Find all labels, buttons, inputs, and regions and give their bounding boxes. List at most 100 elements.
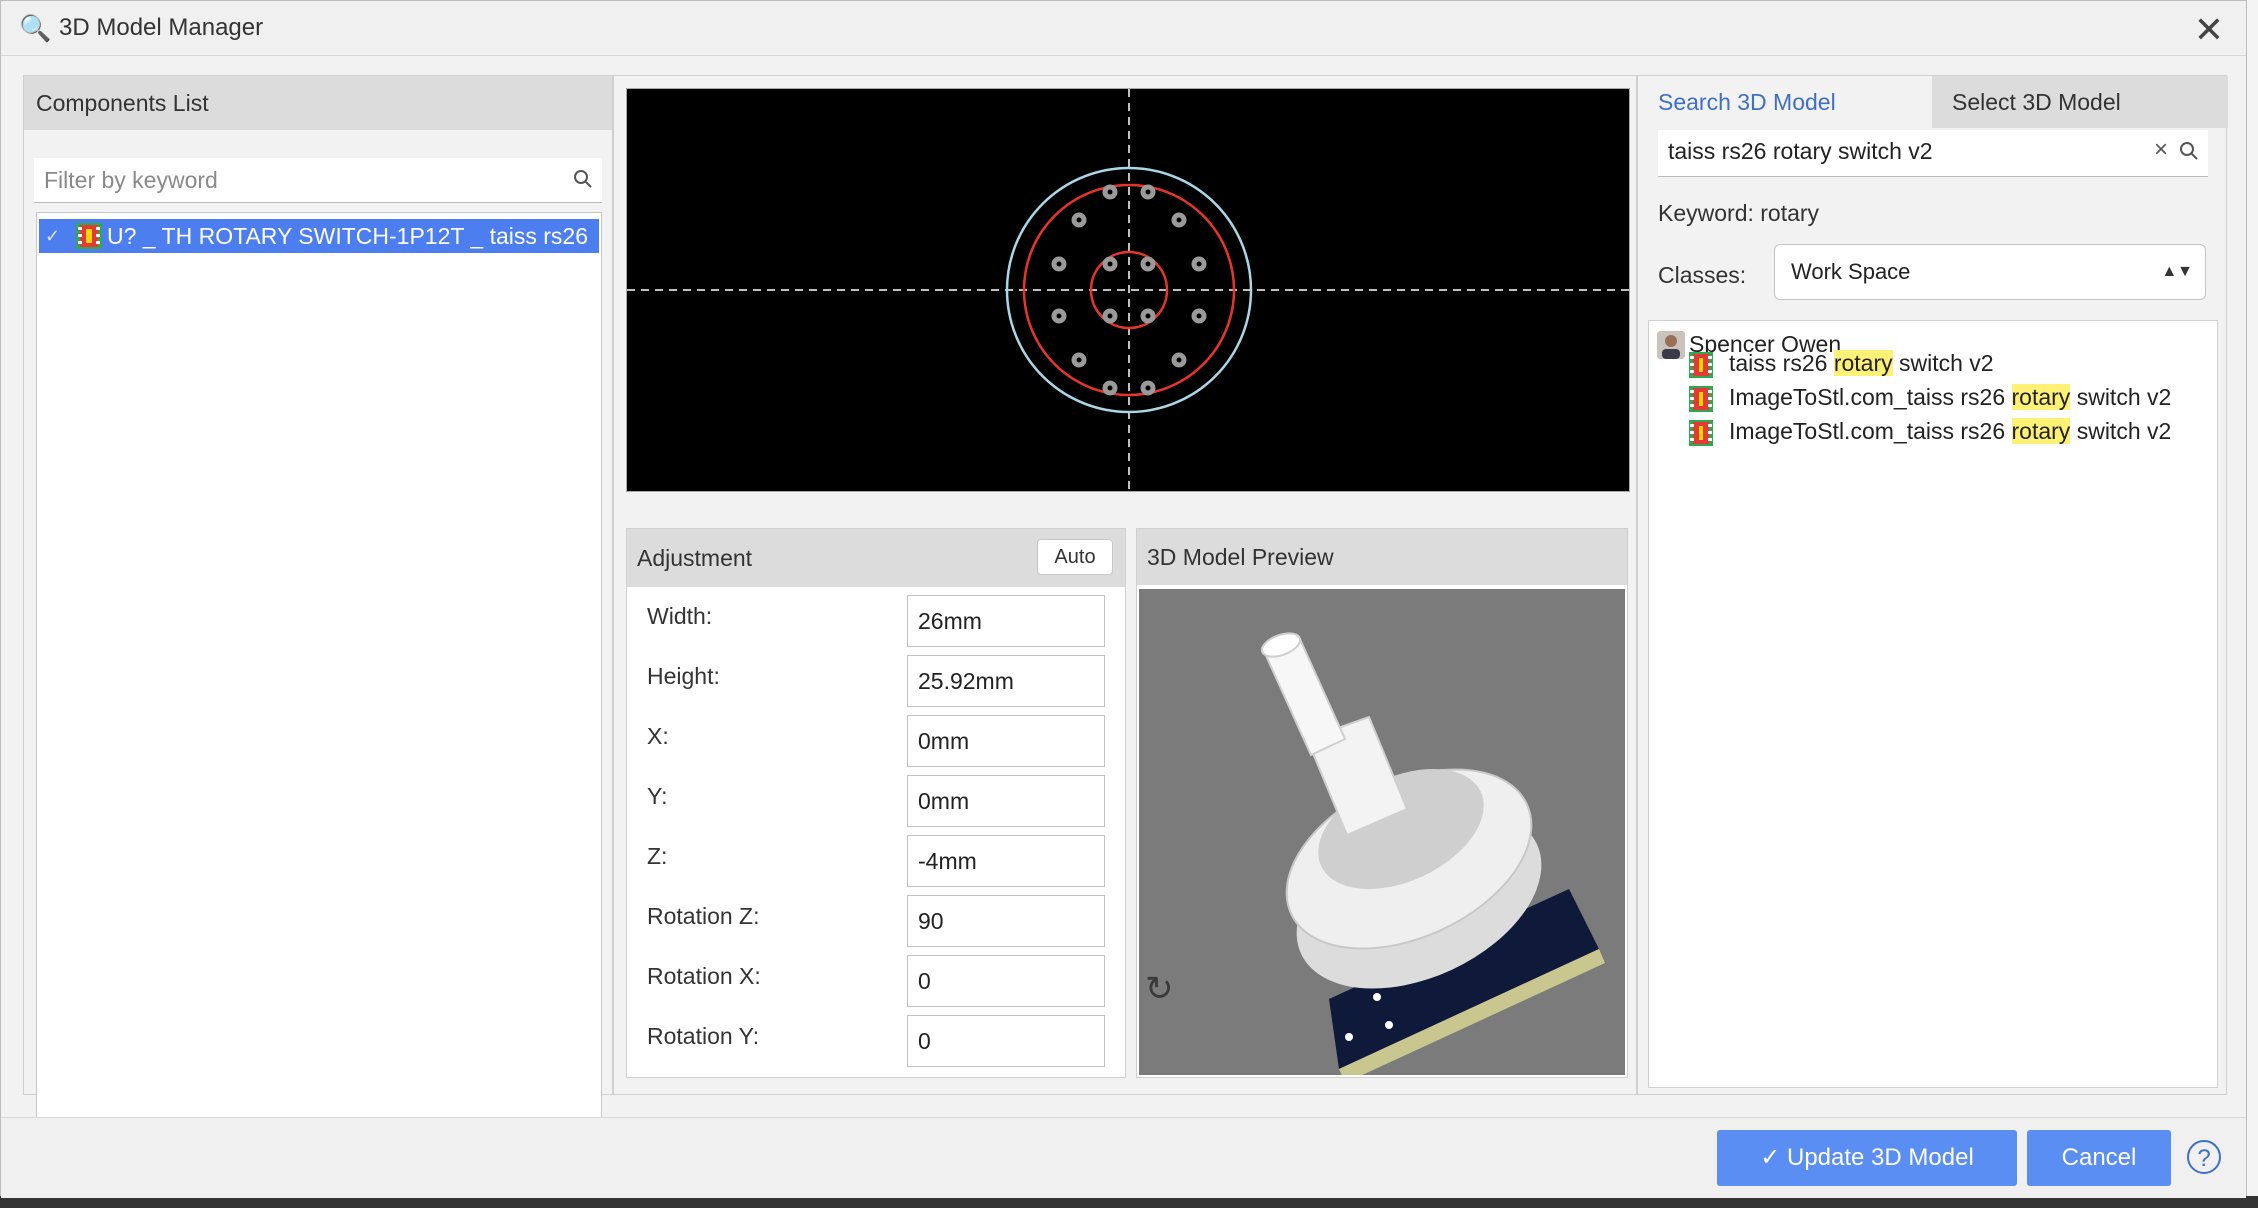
auto-button[interactable]: Auto bbox=[1037, 539, 1113, 575]
rotation-x-label: Rotation X: bbox=[647, 963, 761, 989]
3d-model-render bbox=[1260, 632, 1605, 1075]
component-icon bbox=[1689, 351, 1713, 385]
clear-icon[interactable]: × bbox=[2154, 136, 2168, 164]
filter-placeholder: Filter by keyword bbox=[44, 167, 218, 193]
background-app-strip bbox=[2247, 0, 2258, 1208]
footprint-pad bbox=[1140, 184, 1156, 200]
help-icon[interactable]: ? bbox=[2187, 1140, 2221, 1174]
result-text-post: switch v2 bbox=[1892, 350, 1994, 376]
y-label: Y: bbox=[647, 783, 668, 809]
rotation-z-input[interactable]: 90 bbox=[907, 895, 1105, 947]
updown-arrow-icon: ▲▼ bbox=[2161, 263, 2193, 280]
update-3d-model-button[interactable]: ✓ Update 3D Model bbox=[1717, 1130, 2017, 1186]
rotation-x-row: Rotation X: 0 bbox=[627, 951, 1125, 1011]
tab-select-3d-model[interactable]: Select 3D Model bbox=[1932, 76, 2228, 128]
classes-value: Work Space bbox=[1791, 259, 1911, 284]
footprint-pad bbox=[1071, 212, 1087, 228]
height-input[interactable]: 25.92mm bbox=[907, 655, 1105, 707]
components-header: Components List bbox=[24, 76, 612, 130]
check-icon: ✓ bbox=[1760, 1144, 1787, 1171]
model-search-input[interactable]: taiss rs26 rotary switch v2 × bbox=[1658, 130, 2208, 177]
z-input[interactable]: -4mm bbox=[907, 835, 1105, 887]
components-list: ✓ U? _ TH ROTARY SWITCH-1P12T _ taiss rs… bbox=[36, 212, 602, 1140]
cancel-button[interactable]: Cancel bbox=[2027, 1130, 2171, 1186]
result-text-pre: taiss rs26 bbox=[1729, 350, 1834, 376]
update-label: Update 3D Model bbox=[1787, 1144, 1974, 1171]
search-value: taiss rs26 rotary switch v2 bbox=[1668, 138, 1933, 164]
width-label: Width: bbox=[647, 603, 713, 629]
model-manager-dialog: 🔍 3D Model Manager ✕ Components List Fil… bbox=[0, 0, 2247, 1198]
footprint-pad bbox=[1051, 308, 1067, 324]
y-input[interactable]: 0mm bbox=[907, 775, 1105, 827]
classes-label: Classes: bbox=[1658, 262, 1747, 288]
result-label: ImageToStl.com_taiss rs26 rotary switch … bbox=[1729, 384, 2171, 411]
avatar bbox=[1657, 331, 1685, 359]
z-label: Z: bbox=[647, 843, 668, 869]
result-label: taiss rs26 rotary switch v2 bbox=[1729, 350, 1994, 377]
classes-select[interactable]: Work Space ▲▼ bbox=[1774, 244, 2206, 300]
preview-panel: 3D Model Preview ↻ bbox=[1136, 528, 1628, 1078]
footprint-canvas[interactable] bbox=[626, 88, 1630, 492]
rotation-x-input[interactable]: 0 bbox=[907, 955, 1105, 1007]
keyword-highlight: rotary bbox=[2011, 418, 2071, 444]
tab-search-3d-model[interactable]: Search 3D Model bbox=[1638, 76, 1932, 128]
component-icon bbox=[1689, 419, 1713, 453]
x-input[interactable]: 0mm bbox=[907, 715, 1105, 767]
center-panel: Adjustment Auto Width: 26mm Height: 25.9… bbox=[613, 75, 1637, 1095]
rotation-y-input[interactable]: 0 bbox=[907, 1015, 1105, 1067]
magnifier-icon: 🔍 bbox=[19, 13, 52, 43]
width-input[interactable]: 26mm bbox=[907, 595, 1105, 647]
footprint-pad bbox=[1051, 256, 1067, 272]
width-row: Width: 26mm bbox=[627, 591, 1125, 651]
rotation-y-label: Rotation Y: bbox=[647, 1023, 760, 1049]
x-label: X: bbox=[647, 723, 669, 749]
result-label: ImageToStl.com_taiss rs26 rotary switch … bbox=[1729, 418, 2171, 445]
keyword-highlight: rotary bbox=[2011, 384, 2071, 410]
footprint-pad bbox=[1102, 256, 1118, 272]
dialog-title: 3D Model Manager bbox=[59, 14, 264, 41]
title-bar: 🔍 3D Model Manager ✕ bbox=[1, 1, 2246, 56]
footprint-pad bbox=[1102, 380, 1118, 396]
rotation-z-label: Rotation Z: bbox=[647, 903, 760, 929]
footprint-pad bbox=[1140, 256, 1156, 272]
refresh-icon[interactable]: ↻ bbox=[1145, 969, 1174, 1009]
filter-input[interactable]: Filter by keyword bbox=[34, 158, 602, 203]
height-row: Height: 25.92mm bbox=[627, 651, 1125, 711]
footprint-pad bbox=[1171, 212, 1187, 228]
footprint-pad bbox=[1071, 352, 1087, 368]
footprint-pad bbox=[1140, 380, 1156, 396]
footprint-pad bbox=[1102, 308, 1118, 324]
3d-preview-viewport[interactable] bbox=[1139, 589, 1625, 1075]
z-row: Z: -4mm bbox=[627, 831, 1125, 891]
components-panel: Components List Filter by keyword ✓ U? _… bbox=[23, 75, 613, 1140]
footprint-pad bbox=[1171, 352, 1187, 368]
close-icon[interactable]: ✕ bbox=[2194, 9, 2224, 51]
height-label: Height: bbox=[647, 663, 720, 689]
rotation-z-row: Rotation Z: 90 bbox=[627, 891, 1125, 951]
search-panel: Search 3D Model Select 3D Model taiss rs… bbox=[1637, 75, 2228, 1095]
component-icon bbox=[75, 222, 103, 259]
x-row: X: 0mm bbox=[627, 711, 1125, 771]
footprint-drawing bbox=[627, 89, 1629, 491]
preview-header: 3D Model Preview bbox=[1137, 529, 1627, 585]
footprint-pad bbox=[1191, 256, 1207, 272]
rotation-y-row: Rotation Y: 0 bbox=[627, 1011, 1125, 1071]
adjustment-panel: Adjustment Auto Width: 26mm Height: 25.9… bbox=[626, 528, 1126, 1078]
keyword-highlight: rotary bbox=[1833, 350, 1893, 376]
result-text-pre: ImageToStl.com_taiss rs26 bbox=[1729, 384, 2012, 410]
search-icon[interactable] bbox=[2178, 140, 2200, 167]
result-text-post: switch v2 bbox=[2070, 418, 2172, 444]
component-label: U? _ TH ROTARY SWITCH-1P12T _ taiss rs26 bbox=[107, 223, 589, 249]
adjustment-title: Adjustment bbox=[637, 545, 753, 571]
y-row: Y: 0mm bbox=[627, 771, 1125, 831]
footprint-pad bbox=[1102, 184, 1118, 200]
result-text-pre: ImageToStl.com_taiss rs26 bbox=[1729, 418, 2012, 444]
result-text-post: switch v2 bbox=[2070, 384, 2172, 410]
dialog-footer: ✓ Update 3D Model Cancel ? bbox=[1, 1117, 2246, 1198]
results-tree: Spencer Owen taiss rs26 rotary switch v2… bbox=[1648, 320, 2218, 1088]
check-icon: ✓ bbox=[45, 226, 61, 246]
component-row[interactable]: ✓ U? _ TH ROTARY SWITCH-1P12T _ taiss rs… bbox=[39, 219, 599, 253]
footprint-pad bbox=[1140, 308, 1156, 324]
footprint-pad bbox=[1191, 308, 1207, 324]
search-icon[interactable] bbox=[572, 168, 594, 195]
